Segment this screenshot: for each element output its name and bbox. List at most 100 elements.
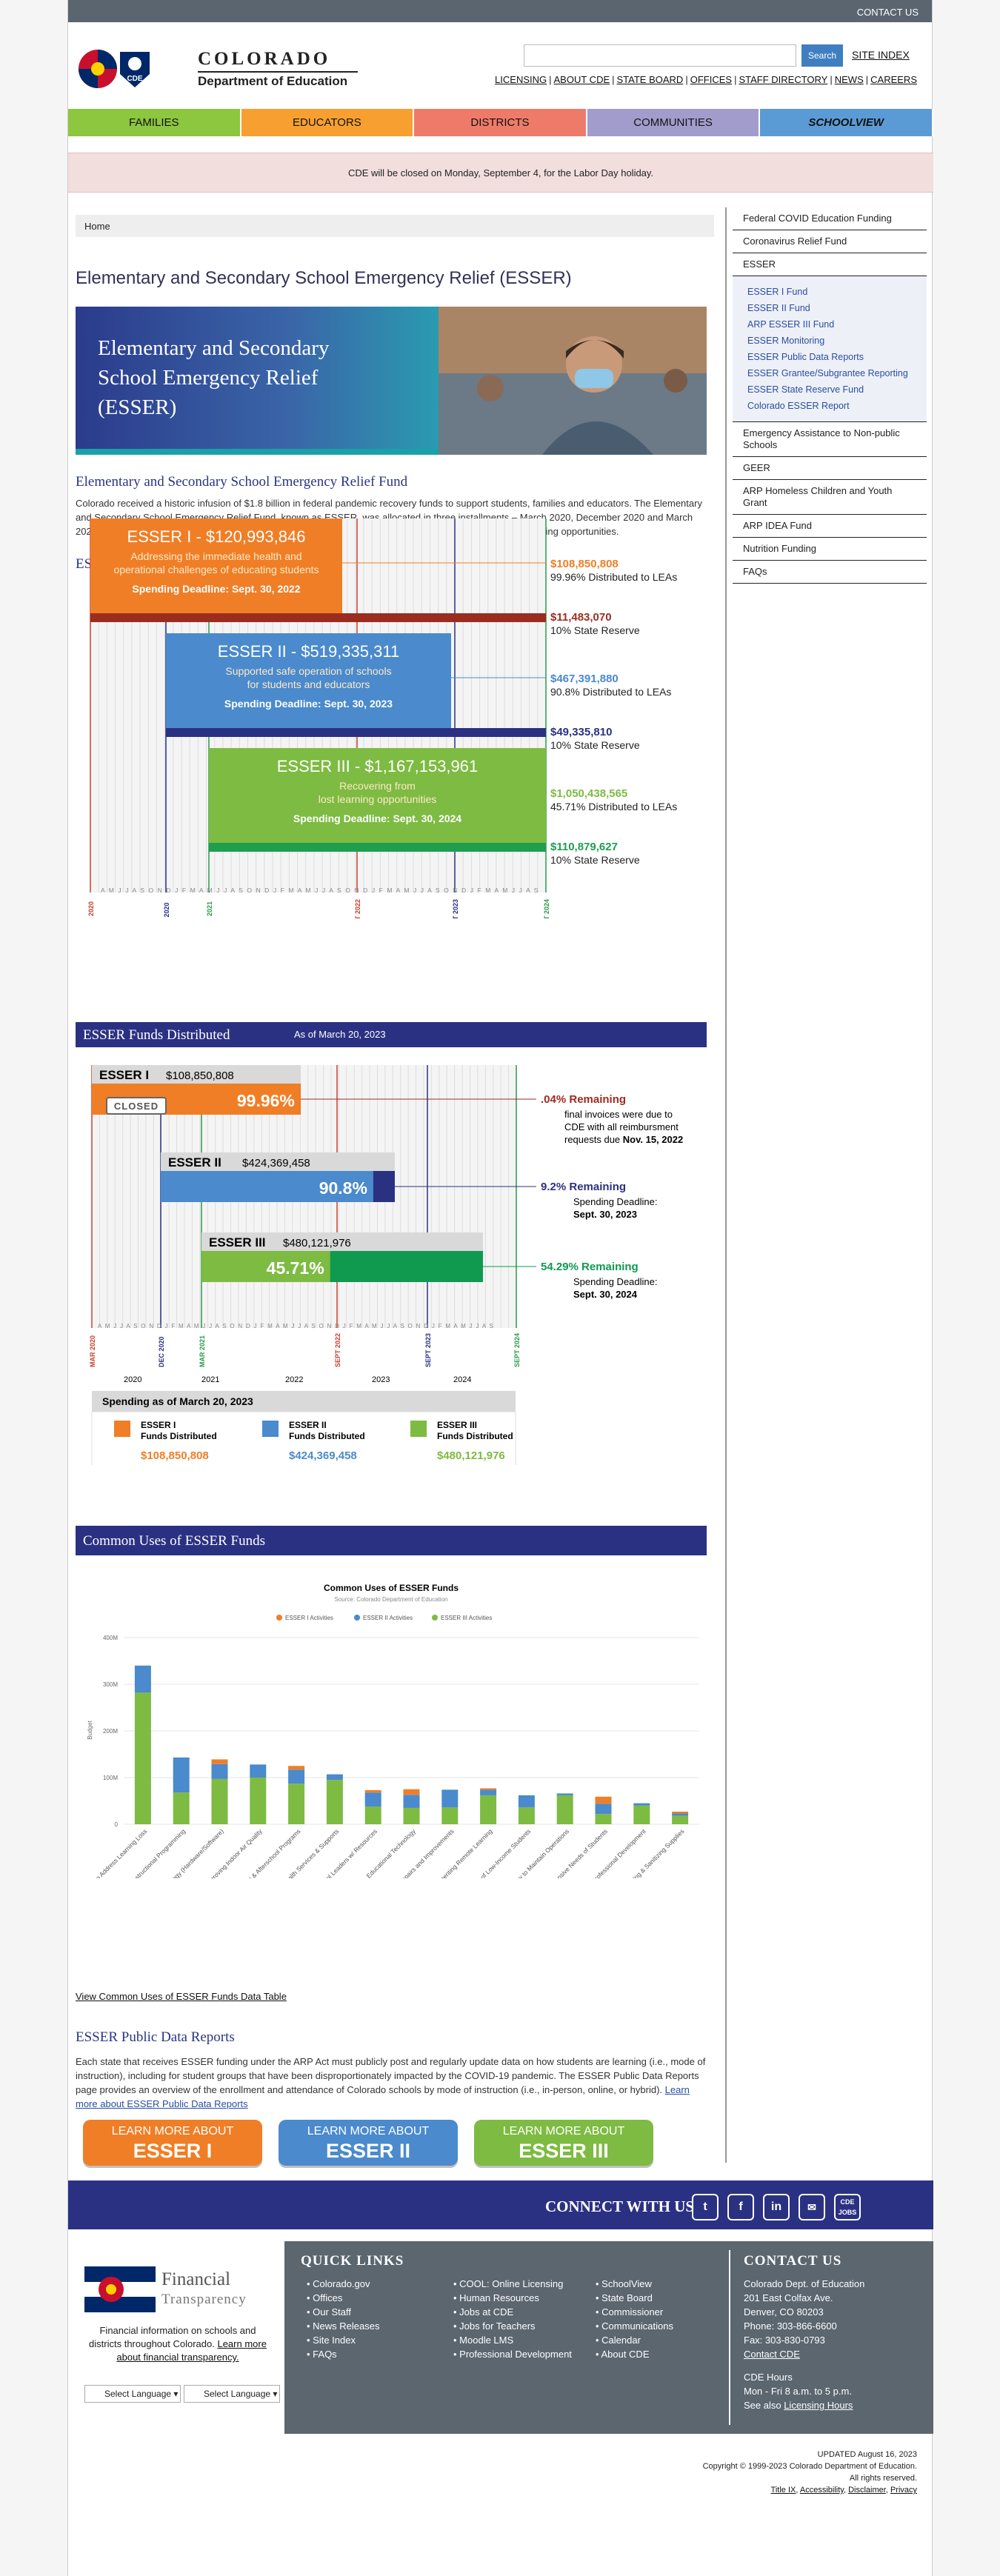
page: CONTACT US CDE COLORADO Department of Ed… [67,0,933,2576]
summary-label: ESSER III [437,1420,477,1430]
util-link[interactable]: LICENSING [495,74,547,85]
hero-photo [439,307,707,455]
nav-item[interactable]: DISTRICTS [414,109,587,136]
quick-link[interactable]: Calendar [596,2333,673,2347]
public-data-body: Each state that receives ESSER funding u… [76,2055,707,2111]
public-data-heading: ESSER Public Data Reports [76,2029,235,2045]
bottom-link[interactable]: Title IX [771,2486,796,2495]
reserve-amount: $11,483,070 [550,611,612,624]
sidebar-subitem[interactable]: ESSER Monitoring [733,333,927,349]
chart-title: Common Uses of ESSER Funds [324,1583,459,1593]
contact-link[interactable]: Contact CDE [744,2349,800,2360]
quick-link[interactable]: About CDE [596,2347,673,2361]
year-label: 2023 [372,1375,390,1384]
quick-link[interactable]: COOL: Online Licensing [453,2277,572,2291]
sidebar-subitem[interactable]: ESSER Public Data Reports [733,349,927,365]
language-select[interactable]: Select Language ▾ [84,2385,181,2403]
sidebar-subitem[interactable]: ESSER II Fund [733,300,927,316]
quick-link[interactable]: Communications [596,2319,673,2333]
learn-more-button[interactable]: LEARN MORE ABOUT ESSER II [279,2120,458,2166]
sidebar-item[interactable]: ARP Homeless Children and Youth Grant [733,480,927,515]
ft-subtitle: Transparency [161,2292,247,2307]
quick-link[interactable]: News Releases [307,2319,379,2333]
common-uses-chart: Common Uses of ESSER Funds Source: Colora… [76,1583,699,1878]
quick-link[interactable]: Colorado.gov [307,2277,380,2291]
quick-link[interactable]: Site Index [307,2333,380,2347]
footer-links: QUICK LINKS Colorado.govOfficesOur Staff… [284,2241,933,2434]
milestone-label: DEC 2020 [158,1336,165,1367]
sidebar-item[interactable]: Emergency Assistance to Non-public Schoo… [733,422,927,457]
summary-swatch [410,1421,427,1437]
sidebar-item[interactable]: ESSER [733,253,927,276]
bar-segment [441,1789,459,1808]
learn-more-button[interactable]: LEARN MORE ABOUT ESSER III [474,2120,653,2166]
uses-data-table-link[interactable]: View Common Uses of ESSER Funds Data Tab… [76,1991,287,2002]
sidebar-item[interactable]: Nutrition Funding [733,538,927,561]
footer-transparency: Financial Transparency Financial informa… [68,2241,284,2434]
email-icon[interactable]: ✉ [799,2194,825,2220]
facebook-icon[interactable]: f [727,2194,754,2220]
sidebar-subitem[interactable]: Colorado ESSER Report [733,398,927,414]
summary-label: Funds Distributed [437,1431,513,1441]
quick-link[interactable]: Professional Development [453,2347,572,2361]
quick-link[interactable]: Offices [307,2291,380,2305]
bar-segment [403,1795,420,1808]
quick-link[interactable]: Human Resources [453,2291,572,2305]
language-label: Select Language [104,2389,172,2399]
sidebar-subitem[interactable]: ESSER Grantee/Subgrantee Reporting [733,365,927,381]
quick-link[interactable]: Moodle LMS [453,2333,572,2347]
y-tick: 200M [103,1728,118,1735]
bar-segment [364,1792,381,1807]
nav-item[interactable]: FAMILIES [68,109,241,136]
util-link[interactable]: CAREERS [870,74,917,85]
util-link[interactable]: NEWS [835,74,864,85]
sidebar-item[interactable]: GEER [733,457,927,480]
cde-jobs-icon[interactable]: CDE JOBS [834,2194,861,2220]
dist-name: ESSER II [168,1155,221,1169]
quick-link[interactable]: Jobs for Teachers [453,2319,572,2333]
util-link[interactable]: OFFICES [690,74,732,85]
language-select-2[interactable]: Select Language ▾ [184,2385,280,2403]
search-button[interactable]: Search [801,44,843,67]
bottom-link[interactable]: Disclaimer [848,2486,886,2495]
contact-us-link[interactable]: CONTACT US [857,7,919,18]
contact-line: Fax: 303-830-0793 [744,2335,825,2346]
legend-label: ESSER III Activities [441,1615,492,1621]
search-input[interactable] [524,44,796,67]
bottom-info: UPDATED August 16, 2023 Copyright © 1999… [68,2449,933,2496]
nav-item[interactable]: EDUCATORS [241,109,415,136]
bottom-link[interactable]: Accessibility [800,2486,844,2495]
bar-segment [672,1813,689,1816]
licensing-hours-link[interactable]: Licensing Hours [784,2400,853,2411]
util-link[interactable]: STATE BOARD [617,74,684,85]
cde-logo-icon[interactable]: CDE [76,44,201,93]
sidebar-item[interactable]: Federal COVID Education Funding [733,207,927,230]
top-bar: CONTACT US [68,0,932,22]
quick-link[interactable]: FAQs [307,2347,380,2361]
sidebar-item[interactable]: ARP IDEA Fund [733,515,927,538]
header: CDE COLORADO Department of Education Sea… [68,22,932,108]
quick-link[interactable]: Our Staff [307,2305,380,2319]
nav-item[interactable]: COMMUNITIES [587,109,761,136]
sidebar-item[interactable]: FAQs [733,561,927,584]
esser-title: ESSER II - $519,335,311 [218,642,399,661]
learn-more-button[interactable]: LEARN MORE ABOUT ESSER I [83,2120,262,2166]
linkedin-icon[interactable]: in [763,2194,790,2220]
quick-link[interactable]: SchoolView [596,2277,673,2291]
quick-link[interactable]: State Board [596,2291,673,2305]
util-link[interactable]: ABOUT CDE [554,74,610,85]
sidebar-subitem[interactable]: ESSER I Fund [733,284,927,300]
bottom-link[interactable]: Privacy [890,2486,917,2495]
month-labels: A M J J A S O N D J F M A M J J A S O N … [101,887,539,894]
site-index-link[interactable]: SITE INDEX [852,49,910,61]
breadcrumb-home[interactable]: Home [84,221,110,232]
quick-link[interactable]: Commissioner [596,2305,673,2319]
sidebar-item[interactable]: Coronavirus Relief Fund [733,230,927,253]
util-link[interactable]: STAFF DIRECTORY [739,74,827,85]
twitter-icon[interactable]: t [692,2194,719,2220]
sidebar-subitem[interactable]: ESSER State Reserve Fund [733,381,927,398]
ft-title: Financial [161,2269,231,2289]
nav-item[interactable]: SCHOOLVIEW [760,109,933,136]
quick-link[interactable]: Jobs at CDE [453,2305,572,2319]
sidebar-subitem[interactable]: ARP ESSER III Fund [733,316,927,333]
